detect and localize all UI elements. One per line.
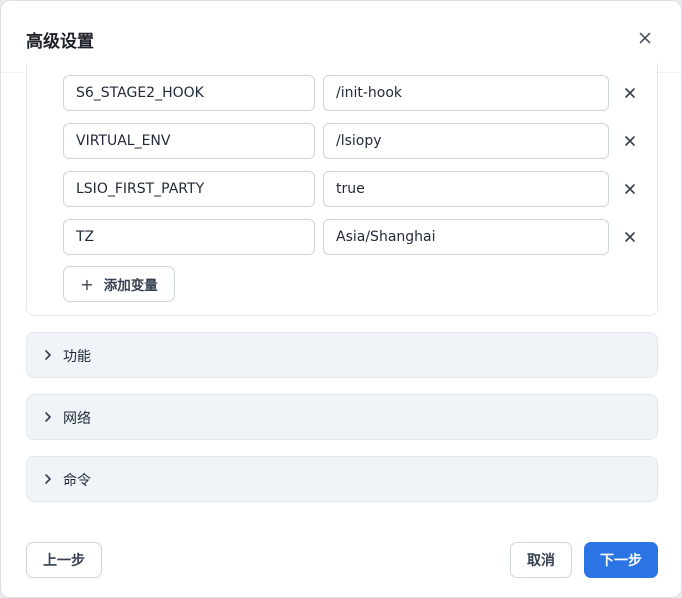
close-icon[interactable] bbox=[635, 28, 655, 48]
env-value-input[interactable]: true bbox=[323, 171, 609, 207]
dialog-title: 高级设置 bbox=[26, 32, 94, 52]
section-label: 网络 bbox=[63, 411, 91, 427]
remove-row-icon[interactable] bbox=[620, 83, 640, 103]
add-variable-button[interactable]: + 添加变量 bbox=[63, 266, 175, 302]
env-value-input[interactable]: Asia/Shanghai bbox=[323, 219, 609, 255]
next-step-button[interactable]: 下一步 bbox=[584, 542, 658, 578]
remove-row-icon[interactable] bbox=[620, 179, 640, 199]
env-value-input[interactable]: /init-hook bbox=[323, 75, 609, 111]
env-key-input[interactable]: TZ bbox=[63, 219, 315, 255]
env-row: S6_STAGE2_HOOK /init-hook bbox=[27, 75, 659, 111]
env-key-input[interactable]: VIRTUAL_ENV bbox=[63, 123, 315, 159]
cancel-button[interactable]: 取消 bbox=[510, 542, 572, 578]
env-key-input[interactable]: S6_STAGE2_HOOK bbox=[63, 75, 315, 111]
env-key-input[interactable]: LSIO_FIRST_PARTY bbox=[63, 171, 315, 207]
env-row: LSIO_FIRST_PARTY true bbox=[27, 171, 659, 207]
advanced-settings-dialog: 高级设置 S6_STAGE2_HOOK /init-hook VIRTUAL_E… bbox=[0, 0, 682, 598]
chevron-right-icon bbox=[41, 470, 55, 488]
section-command[interactable]: 命令 bbox=[26, 456, 658, 502]
chevron-right-icon bbox=[41, 346, 55, 364]
add-variable-label: 添加变量 bbox=[103, 278, 158, 294]
dialog-body: S6_STAGE2_HOOK /init-hook VIRTUAL_ENV /l… bbox=[1, 63, 681, 523]
env-variables-panel: S6_STAGE2_HOOK /init-hook VIRTUAL_ENV /l… bbox=[26, 63, 658, 316]
env-row: VIRTUAL_ENV /lsiopy bbox=[27, 123, 659, 159]
remove-row-icon[interactable] bbox=[620, 131, 640, 151]
env-value-input[interactable]: /lsiopy bbox=[323, 123, 609, 159]
chevron-right-icon bbox=[41, 408, 55, 426]
section-network[interactable]: 网络 bbox=[26, 394, 658, 440]
section-label: 功能 bbox=[63, 349, 91, 365]
section-features[interactable]: 功能 bbox=[26, 332, 658, 378]
remove-row-icon[interactable] bbox=[620, 227, 640, 247]
section-label: 命令 bbox=[63, 473, 91, 489]
env-row: TZ Asia/Shanghai bbox=[27, 219, 659, 255]
plus-icon: + bbox=[80, 274, 94, 294]
previous-step-button[interactable]: 上一步 bbox=[26, 542, 102, 578]
